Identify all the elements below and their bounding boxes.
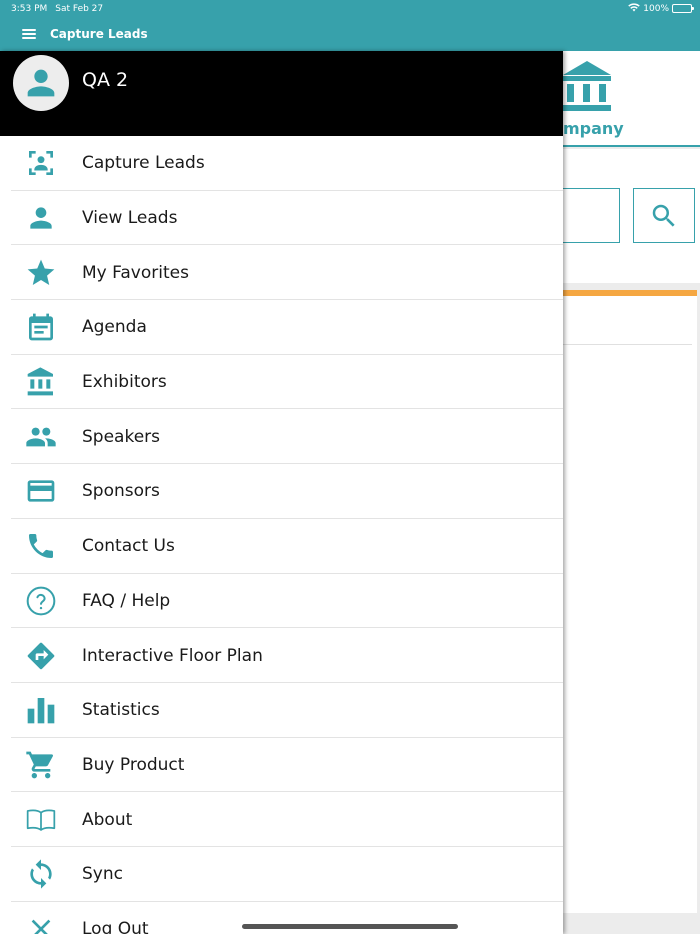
menu-item-label: Agenda: [82, 317, 147, 338]
battery-percent: 100%: [643, 3, 669, 14]
credit-card-icon: [23, 473, 59, 509]
scan-user-icon: [23, 145, 59, 181]
bank-icon: [563, 61, 611, 111]
search-icon: [652, 204, 675, 227]
menu-item-speakers[interactable]: Speakers: [0, 409, 563, 464]
menu-item-label: My Favorites: [82, 262, 189, 283]
menu-item-label: Interactive Floor Plan: [82, 645, 263, 666]
menu-item-label: Sponsors: [82, 481, 160, 502]
wifi-icon: [628, 2, 641, 15]
app-bar: Capture Leads: [0, 17, 700, 51]
menu-item-faq-help[interactable]: FAQ / Help: [0, 574, 563, 629]
drawer-header: QA 2: [0, 51, 563, 136]
close-icon: [23, 911, 59, 934]
app-bar-title: Capture Leads: [50, 27, 148, 41]
status-time: 3:53 PM: [11, 3, 48, 14]
content-card: [540, 290, 697, 913]
menu-item-label: Log Out: [82, 918, 149, 934]
menu-item-label: Sync: [82, 864, 123, 885]
menu-item-label: FAQ / Help: [82, 590, 171, 611]
status-right: 100%: [628, 2, 694, 15]
menu-item-my-favorites[interactable]: My Favorites: [0, 245, 563, 300]
menu-item-log-out[interactable]: Log Out: [0, 902, 563, 934]
sync-icon: [23, 856, 59, 892]
menu-item-label: Exhibitors: [82, 372, 167, 393]
directions-icon: [23, 638, 59, 674]
menu-item-label: Buy Product: [82, 754, 185, 775]
menu-item-capture-leads[interactable]: Capture Leads: [0, 136, 563, 191]
menu-item-label: About: [82, 809, 133, 830]
user-avatar-icon[interactable]: [13, 55, 69, 111]
bank-icon: [23, 364, 59, 400]
calendar-icon: [23, 309, 59, 345]
menu-item-contact-us[interactable]: Contact Us: [0, 519, 563, 574]
cart-icon: [23, 747, 59, 783]
menu-item-label: Contact Us: [82, 536, 175, 557]
book-icon: [23, 802, 59, 838]
navigation-drawer: QA 2 Capture Leads View Leads My Favorit…: [0, 51, 563, 934]
menu-item-view-leads[interactable]: View Leads: [0, 191, 563, 246]
menu-item-sponsors[interactable]: Sponsors: [0, 464, 563, 519]
phone-icon: [23, 528, 59, 564]
menu-item-statistics[interactable]: Statistics: [0, 683, 563, 738]
menu-item-label: View Leads: [82, 208, 178, 229]
menu-item-label: Capture Leads: [82, 153, 205, 174]
menu-item-sync[interactable]: Sync: [0, 847, 563, 902]
star-icon: [23, 255, 59, 291]
status-date: Sat Feb 27: [55, 3, 104, 14]
menu-item-buy-product[interactable]: Buy Product: [0, 738, 563, 793]
menu-item-agenda[interactable]: Agenda: [0, 300, 563, 355]
home-indicator[interactable]: [242, 924, 458, 929]
menu-item-exhibitors[interactable]: Exhibitors: [0, 355, 563, 410]
drawer-menu: Capture Leads View Leads My Favorites Ag…: [0, 136, 563, 934]
search-button[interactable]: [633, 188, 695, 243]
menu-item-label: Statistics: [82, 700, 160, 721]
menu-item-about[interactable]: About: [0, 792, 563, 847]
user-name: QA 2: [82, 69, 129, 91]
people-icon: [23, 419, 59, 455]
menu-item-label: Speakers: [82, 426, 161, 447]
battery-icon: [672, 4, 694, 13]
status-bar: 3:53 PM Sat Feb 27 100%: [0, 0, 700, 17]
bar-chart-icon: [23, 692, 59, 728]
menu-item-interactive-floor-plan[interactable]: Interactive Floor Plan: [0, 628, 563, 683]
person-icon: [23, 200, 59, 236]
menu-icon[interactable]: [22, 29, 36, 39]
help-circle-icon: [23, 583, 59, 619]
